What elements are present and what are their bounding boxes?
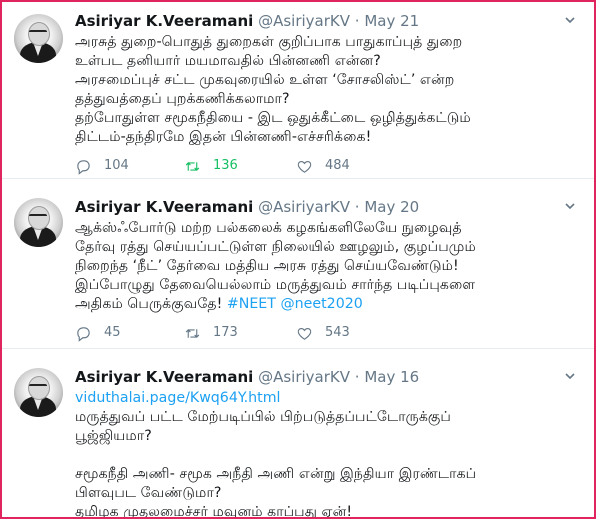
tweet-text-line: திட்டம்-தந்திரமே இதன் பின்னணி-எச்சரிக்கை…	[75, 129, 372, 145]
tweet-actions: 45 173 543	[75, 322, 515, 344]
reply-icon	[77, 159, 90, 175]
tweet-text: ஆக்ஸ்ஃபோர்டு மற்ற பல்கலைக் கழகங்களிலேயே …	[75, 219, 584, 314]
tweet-text-line: சமூகநீதி அணி- சமூக அநீதி அணி என்று இந்தி…	[75, 466, 477, 482]
retweet-icon	[185, 161, 200, 171]
url-link[interactable]: viduthalai.page/Kwq64Y.html	[75, 389, 584, 408]
tweet-text-line: இப்போழுது தேவையெல்லாம் மருத்துவம் சார்ந்…	[75, 277, 476, 293]
like-count: 484	[325, 158, 350, 173]
author-handle[interactable]: @AsiriyarKV	[258, 12, 350, 30]
tweet-text-line: நிறைந்த ‘நீட்’ தேர்வை மத்திய அரசு ரத்து …	[75, 258, 459, 274]
mention-link[interactable]: @neet2020	[280, 296, 362, 312]
reply-button[interactable]: 45	[75, 322, 121, 344]
author-handle[interactable]: @AsiriyarKV	[258, 368, 350, 386]
separator-dot: ·	[354, 12, 360, 30]
tweet-date[interactable]: May 20	[364, 198, 419, 216]
tweet-header: Asiriyar K.Veeramani @AsiriyarKV · May 1…	[75, 367, 584, 387]
avatar[interactable]	[14, 198, 63, 247]
tweet-text-line: தற்போதுள்ள சமூகநீதியை - இட ஒதுக்கீட்டை ஒ…	[75, 110, 471, 126]
tweet-actions: 104 136 484	[75, 155, 515, 177]
avatar[interactable]	[14, 14, 63, 63]
like-count: 543	[325, 325, 350, 340]
tweet-text-line: மருத்துவப் பட்ட மேற்படிப்பில் பிற்படுத்த…	[75, 409, 451, 425]
tweet-card[interactable]: Asiriyar K.Veeramani @AsiriyarKV · May 2…	[2, 2, 594, 179]
retweet-count: 136	[213, 158, 238, 173]
like-button[interactable]: 543	[296, 322, 350, 344]
retweet-button[interactable]: 136	[184, 155, 238, 177]
reply-count: 104	[104, 158, 129, 173]
separator-dot: ·	[354, 198, 360, 216]
tweet-date[interactable]: May 21	[364, 12, 419, 30]
tweet-text: viduthalai.page/Kwq64Y.html மருத்துவப் ப…	[75, 389, 584, 519]
tweet-text-fragment: அதிகம் பெருக்குவதே!	[75, 296, 227, 312]
tweet-text: அரசுத் துறை-பொதுத் துறைகள் குறிப்பாக பாத…	[75, 33, 584, 147]
retweet-button[interactable]: 173	[184, 322, 238, 344]
reply-icon	[77, 326, 90, 342]
tweet-text-line: ஆக்ஸ்ஃபோர்டு மற்ற பல்கலைக் கழகங்களிலேயே …	[75, 220, 462, 236]
retweet-icon	[185, 328, 200, 338]
tweet-text-line: தமிழக முதலமைச்சர் மவுனம் காப்பது ஏன்!	[75, 504, 353, 519]
heart-icon	[297, 160, 312, 173]
author-handle[interactable]: @AsiriyarKV	[258, 198, 350, 216]
chevron-down-icon[interactable]	[562, 369, 578, 385]
tweet-timeline: Asiriyar K.Veeramani @AsiriyarKV · May 2…	[0, 0, 596, 519]
author-name[interactable]: Asiriyar K.Veeramani	[75, 198, 253, 216]
hashtag-link[interactable]: #NEET	[227, 296, 276, 312]
tweet-card[interactable]: Asiriyar K.Veeramani @AsiriyarKV · May 1…	[2, 358, 594, 519]
author-name[interactable]: Asiriyar K.Veeramani	[75, 368, 253, 386]
tweet-text-line: தேர்வு ரத்து செய்யப்பட்டுள்ள நிலையில் ஊழ…	[75, 239, 476, 255]
tweet-text-line: பிளவுபட வேண்டுமா?	[75, 485, 222, 501]
tweet-header: Asiriyar K.Veeramani @AsiriyarKV · May 2…	[75, 197, 584, 217]
tweet-text-line: அதிகம் பெருக்குவதே! #NEET @neet2020	[75, 295, 584, 314]
chevron-down-icon[interactable]	[562, 13, 578, 29]
tweet-text-line: அரசுத் துறை-பொதுத் துறைகள் குறிப்பாக பாத…	[75, 34, 463, 50]
tweet-date[interactable]: May 16	[364, 368, 419, 386]
tweet-header: Asiriyar K.Veeramani @AsiriyarKV · May 2…	[75, 11, 584, 31]
chevron-down-icon[interactable]	[562, 199, 578, 215]
avatar[interactable]	[14, 368, 63, 417]
tweet-card[interactable]: Asiriyar K.Veeramani @AsiriyarKV · May 2…	[2, 188, 594, 349]
retweet-count: 173	[213, 325, 238, 340]
like-button[interactable]: 484	[296, 155, 350, 177]
tweet-text-line: உள்பட தனியார் மயமாவதில் பின்னணி என்ன?	[75, 53, 381, 69]
tweet-text-line	[75, 446, 584, 465]
reply-button[interactable]: 104	[75, 155, 129, 177]
tweet-text-line: பூஜ்ஜியமா?	[75, 428, 152, 444]
tweet-text-line: அரசமைப்புச் சட்ட முகவுரையில் உள்ள ‘சோசலி…	[75, 72, 455, 88]
separator-dot: ·	[354, 368, 360, 386]
heart-icon	[297, 327, 312, 340]
tweet-text-line: தத்துவத்தைப் புறக்கணிக்கலாமா?	[75, 91, 290, 107]
reply-count: 45	[104, 325, 121, 340]
author-name[interactable]: Asiriyar K.Veeramani	[75, 12, 253, 30]
